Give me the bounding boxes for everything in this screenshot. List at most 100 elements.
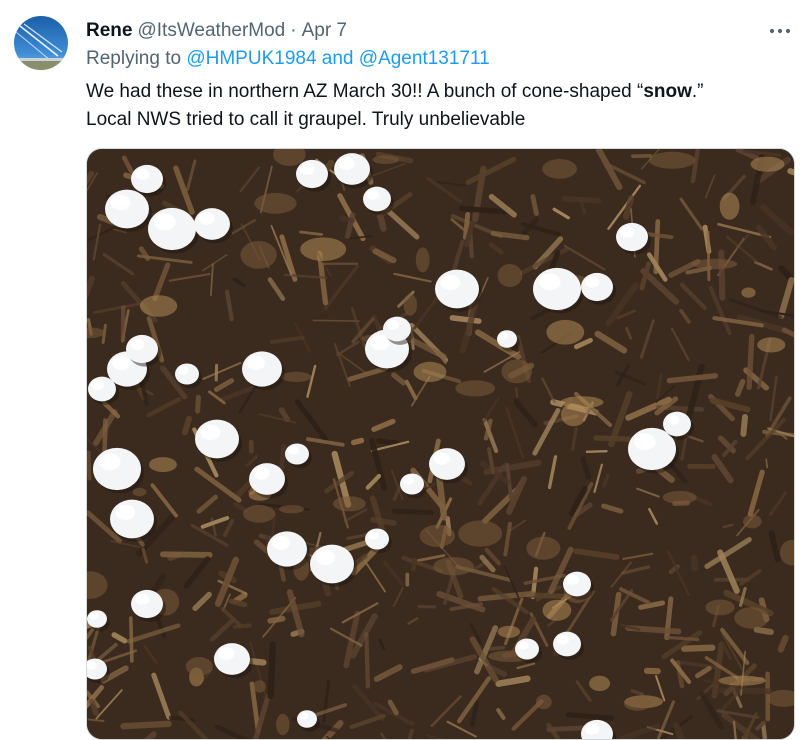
mulch-chip	[149, 457, 177, 472]
mulch-chip	[243, 505, 275, 523]
mulch-chip	[458, 520, 502, 546]
mulch-fragment	[381, 217, 384, 228]
mulch-fragment	[282, 446, 284, 468]
mention-link-agent131711[interactable]: @Agent131711	[359, 48, 490, 69]
mulch-chip	[140, 295, 177, 317]
mulch-chip	[414, 362, 447, 382]
mulch-fragment	[694, 558, 695, 568]
mulch-fragment	[231, 601, 244, 604]
mulch-fragment	[235, 626, 250, 627]
tweet-text-part: We had these in northern AZ March 30!! A…	[86, 81, 643, 102]
mulch-fragment	[198, 397, 199, 411]
mulch-chip	[560, 396, 603, 408]
mulch-chip	[649, 152, 696, 169]
mulch-fragment	[452, 318, 478, 321]
mulch-chip	[719, 676, 766, 686]
mulch-chip	[546, 320, 584, 345]
mulch-chip	[253, 680, 266, 692]
mulch-chip	[757, 337, 785, 352]
mulch-fragment	[667, 637, 698, 639]
tweet-text-line-2: Local NWS tried to call it graupel. Trul…	[86, 106, 796, 134]
mulch-fragment	[757, 630, 771, 632]
mulch-fragment	[749, 337, 752, 388]
mulch-chip	[373, 155, 400, 164]
user-handle[interactable]: @ItsWeatherMod	[137, 20, 285, 42]
mulch-chip	[404, 294, 418, 316]
mulch-chip	[240, 241, 276, 269]
mulch-chip	[498, 264, 523, 287]
mulch-fragment	[587, 451, 607, 452]
mulch-fragment	[743, 417, 745, 434]
tweet-text-bold: snow	[643, 81, 692, 102]
mulch-chip	[498, 626, 520, 638]
avatar-image	[14, 16, 68, 70]
display-name[interactable]: Rene	[86, 20, 132, 42]
mulch-chip	[433, 557, 474, 575]
mulch-chip	[186, 657, 213, 676]
mulch-fragment	[123, 724, 168, 726]
tweet-header: Rene @ItsWeatherMod · Apr 7	[86, 19, 347, 43]
mulch-chip	[300, 237, 346, 261]
mulch-fragment	[413, 560, 414, 569]
mulch-chip	[589, 676, 610, 691]
mulch-fragment	[271, 645, 273, 696]
mulch-fragment	[564, 199, 598, 201]
ellipsis-icon	[769, 28, 791, 34]
mulch-fragment	[373, 520, 394, 524]
mulch-fragment	[684, 648, 712, 649]
mulch-fragment	[105, 421, 106, 455]
mulch-fragment	[708, 232, 709, 280]
mulch-chip	[663, 491, 697, 504]
tweet[interactable]: Rene @ItsWeatherMod · Apr 7 Replying to …	[0, 0, 812, 728]
replying-to: Replying to @HMPUK1984 and @Agent131711	[86, 48, 490, 70]
mulch-chip	[133, 488, 147, 496]
avatar[interactable]	[14, 16, 68, 70]
mulch-fragment	[462, 209, 505, 212]
mulch-fragment	[394, 511, 431, 512]
mention-joiner[interactable]: and	[322, 48, 354, 69]
mulch-fragment	[131, 618, 132, 661]
tweet-text-line-1: We had these in northern AZ March 30!! A…	[86, 78, 796, 106]
header-separator: ·	[290, 20, 296, 42]
mulch-fragment	[366, 634, 368, 686]
mulch-chip	[543, 600, 572, 621]
mulch-chip	[526, 537, 560, 560]
mulch-fragment	[491, 648, 503, 649]
mulch-chip	[692, 259, 738, 269]
mulch-chip	[333, 496, 366, 511]
mulch-chip	[743, 515, 762, 529]
mulch-chip	[741, 288, 755, 298]
mulch-fragment	[342, 218, 353, 220]
more-options-button[interactable]	[762, 18, 798, 44]
mulch-fragment	[781, 638, 786, 650]
mulch-chip	[279, 505, 304, 513]
photo-image	[87, 149, 794, 739]
mulch-chip	[706, 600, 735, 616]
mulch-chip	[455, 380, 495, 396]
mulch-fragment	[92, 702, 96, 714]
mulch-fragment	[379, 441, 398, 443]
mulch-fragment	[533, 197, 537, 214]
tweet-photo[interactable]	[86, 148, 795, 740]
replying-to-label: Replying to	[86, 48, 181, 69]
mulch-chip	[416, 247, 430, 272]
mulch-chip	[276, 714, 289, 735]
mulch-fragment	[568, 715, 611, 719]
tweet-text-part: .”	[692, 81, 704, 102]
mulch-chip	[542, 159, 577, 179]
mulch-chip	[624, 696, 651, 711]
mulch-fragment	[313, 320, 359, 321]
mention-link-hmpuk1984[interactable]: @HMPUK1984	[186, 48, 316, 69]
mulch-chip	[734, 607, 769, 629]
mulch-fragment	[354, 441, 362, 443]
mulch-chip	[254, 193, 296, 214]
mulch-chip	[536, 695, 552, 710]
mulch-chip	[502, 360, 533, 384]
mulch-chip	[720, 193, 740, 220]
tweet-text: We had these in northern AZ March 30!! A…	[86, 78, 796, 134]
tweet-date[interactable]: Apr 7	[302, 20, 347, 42]
mulch-chip	[420, 525, 455, 547]
mulch-fragment	[185, 419, 189, 433]
mulch-chip	[751, 157, 785, 172]
mulch-fragment	[89, 453, 90, 479]
